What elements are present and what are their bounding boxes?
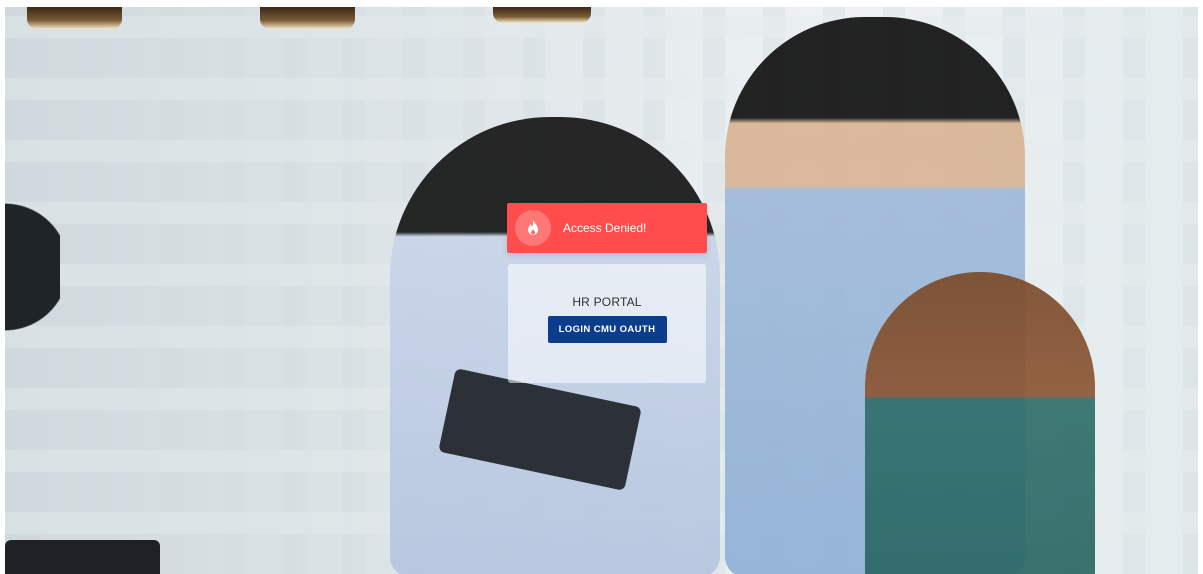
- ceiling-lamp: [493, 7, 591, 23]
- ceiling-lamp: [27, 7, 122, 29]
- person-woman-seated: [865, 272, 1095, 574]
- portal-title: HR PORTAL: [572, 295, 642, 309]
- login-cmu-oauth-button[interactable]: LOGIN CMU OAUTH: [547, 316, 667, 343]
- fire-icon-glyph: [528, 220, 538, 235]
- fire-icon: [515, 210, 551, 246]
- ceiling-lamp: [260, 7, 355, 29]
- access-denied-alert: Access Denied!: [507, 203, 707, 253]
- laptop: [5, 540, 160, 574]
- wall-decoration: [5, 167, 60, 367]
- login-card: HR PORTAL LOGIN CMU OAUTH: [508, 264, 706, 383]
- alert-message: Access Denied!: [563, 221, 647, 235]
